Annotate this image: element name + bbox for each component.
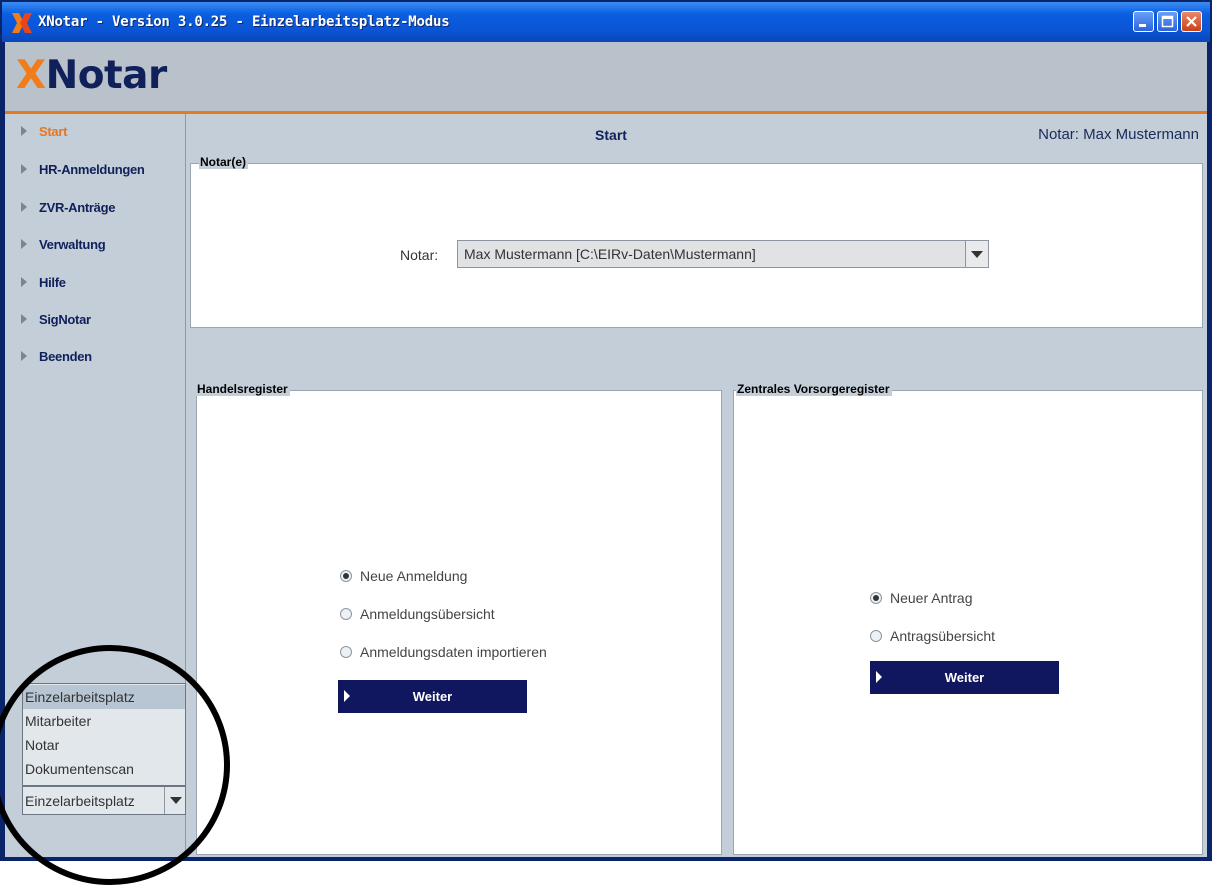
page-title: Start (595, 127, 627, 143)
minimize-icon (1139, 24, 1146, 27)
xnotar-app-icon (12, 13, 32, 33)
sidebar-item-hilfe[interactable]: Hilfe (5, 269, 185, 295)
chevron-right-icon (21, 277, 27, 287)
mode-select-value: Einzelarbeitsplatz (25, 793, 135, 809)
maximize-button[interactable] (1157, 11, 1178, 32)
sidebar-item-label: Hilfe (39, 275, 66, 290)
chevron-right-icon (21, 202, 27, 212)
zvr-panel-title: Zentrales Vorsorgeregister (736, 382, 892, 396)
close-button[interactable] (1181, 11, 1202, 32)
radio-label: Neue Anmeldung (360, 568, 468, 584)
chevron-down-icon[interactable] (965, 241, 988, 267)
handelsregister-panel-title: Handelsregister (196, 382, 290, 396)
client-area: XNotar Start HR-Anmeldungen ZVR-Anträge … (5, 42, 1207, 857)
mode-select[interactable]: Einzelarbeitsplatz (22, 786, 186, 815)
chevron-right-icon (21, 126, 27, 136)
sidebar-item-label: Beenden (39, 349, 92, 364)
radio-anmeldungsuebersicht[interactable]: Anmeldungsübersicht (340, 606, 495, 622)
notar-panel-title: Notar(e) (199, 155, 249, 169)
sidebar-item-zvr-antraege[interactable]: ZVR-Anträge (5, 194, 185, 220)
zvr-panel: Zentrales Vorsorgeregister Neuer Antrag … (733, 382, 1203, 855)
button-label: Weiter (412, 689, 453, 704)
mode-option-notar[interactable]: Notar (23, 733, 185, 757)
mode-option-dokumentenscan[interactable]: Dokumentenscan (23, 757, 185, 781)
radio-anmeldungsdaten-importieren[interactable]: Anmeldungsdaten importieren (340, 644, 547, 660)
radio-label: Anmeldungsübersicht (360, 606, 495, 622)
radio-button (340, 570, 352, 582)
sidebar-item-hr-anmeldungen[interactable]: HR-Anmeldungen (5, 156, 185, 182)
title-bar[interactable]: XNotar - Version 3.0.25 - Einzelarbeitsp… (2, 2, 1210, 42)
notar-field-label: Notar: (400, 247, 439, 263)
main-content: Notar(e) Notar: Max Mustermann [C:\EIRv-… (186, 152, 1207, 857)
xnotar-logo: XNotar (16, 53, 167, 98)
radio-neue-anmeldung[interactable]: Neue Anmeldung (340, 568, 467, 584)
mode-option-einzelarbeitsplatz[interactable]: Einzelarbeitsplatz (23, 685, 185, 709)
main-topbar: Start Notar: Max Mustermann (186, 114, 1207, 152)
chevron-right-icon (21, 239, 27, 249)
radio-button (340, 646, 352, 658)
chevron-down-icon[interactable] (164, 787, 185, 814)
notar-panel: Notar(e) Notar: Max Mustermann [C:\EIRv-… (190, 155, 1203, 328)
radio-label: Neuer Antrag (890, 590, 973, 606)
radio-label: Anmeldungsdaten importieren (360, 644, 547, 660)
maximize-icon (1161, 15, 1174, 28)
sidebar-item-beenden[interactable]: Beenden (5, 343, 185, 369)
sidebar-item-label: Verwaltung (39, 237, 106, 252)
sidebar-item-label: SigNotar (39, 312, 91, 327)
minimize-button[interactable] (1133, 11, 1154, 32)
handelsregister-weiter-button[interactable]: Weiter (338, 680, 527, 713)
sidebar-item-label: HR-Anmeldungen (39, 162, 145, 177)
sidebar-item-signotar[interactable]: SigNotar (5, 306, 185, 332)
current-notar-label: Notar: Max Mustermann (1038, 126, 1199, 143)
chevron-right-icon (21, 164, 27, 174)
mode-dropdown-list: Einzelarbeitsplatz Mitarbeiter Notar Dok… (22, 683, 186, 786)
radio-neuer-antrag[interactable]: Neuer Antrag (870, 590, 973, 606)
radio-button (340, 608, 352, 620)
chevron-right-icon (21, 351, 27, 361)
chevron-right-icon (21, 314, 27, 324)
sidebar-item-start[interactable]: Start (5, 118, 185, 144)
app-window: XNotar - Version 3.0.25 - Einzelarbeitsp… (0, 0, 1212, 885)
sidebar-item-label: ZVR-Anträge (39, 200, 116, 215)
close-icon (1186, 16, 1197, 27)
notar-select[interactable]: Max Mustermann [C:\EIRv-Daten\Mustermann… (457, 240, 989, 268)
app-header: XNotar (5, 42, 1207, 114)
radio-button (870, 592, 882, 604)
zvr-weiter-button[interactable]: Weiter (870, 661, 1059, 694)
notar-select-value: Max Mustermann [C:\EIRv-Daten\Mustermann… (464, 246, 756, 262)
radio-label: Antragsübersicht (890, 628, 996, 644)
handelsregister-panel: Handelsregister Neue Anmeldung Anmeldung… (196, 382, 722, 855)
window-title: XNotar - Version 3.0.25 - Einzelarbeitsp… (38, 14, 450, 30)
radio-button (870, 630, 882, 642)
sidebar-item-label: Start (39, 124, 68, 139)
button-label: Weiter (944, 670, 985, 685)
mode-option-mitarbeiter[interactable]: Mitarbeiter (23, 709, 185, 733)
radio-antragsuebersicht[interactable]: Antragsübersicht (870, 628, 995, 644)
sidebar-item-verwaltung[interactable]: Verwaltung (5, 231, 185, 257)
